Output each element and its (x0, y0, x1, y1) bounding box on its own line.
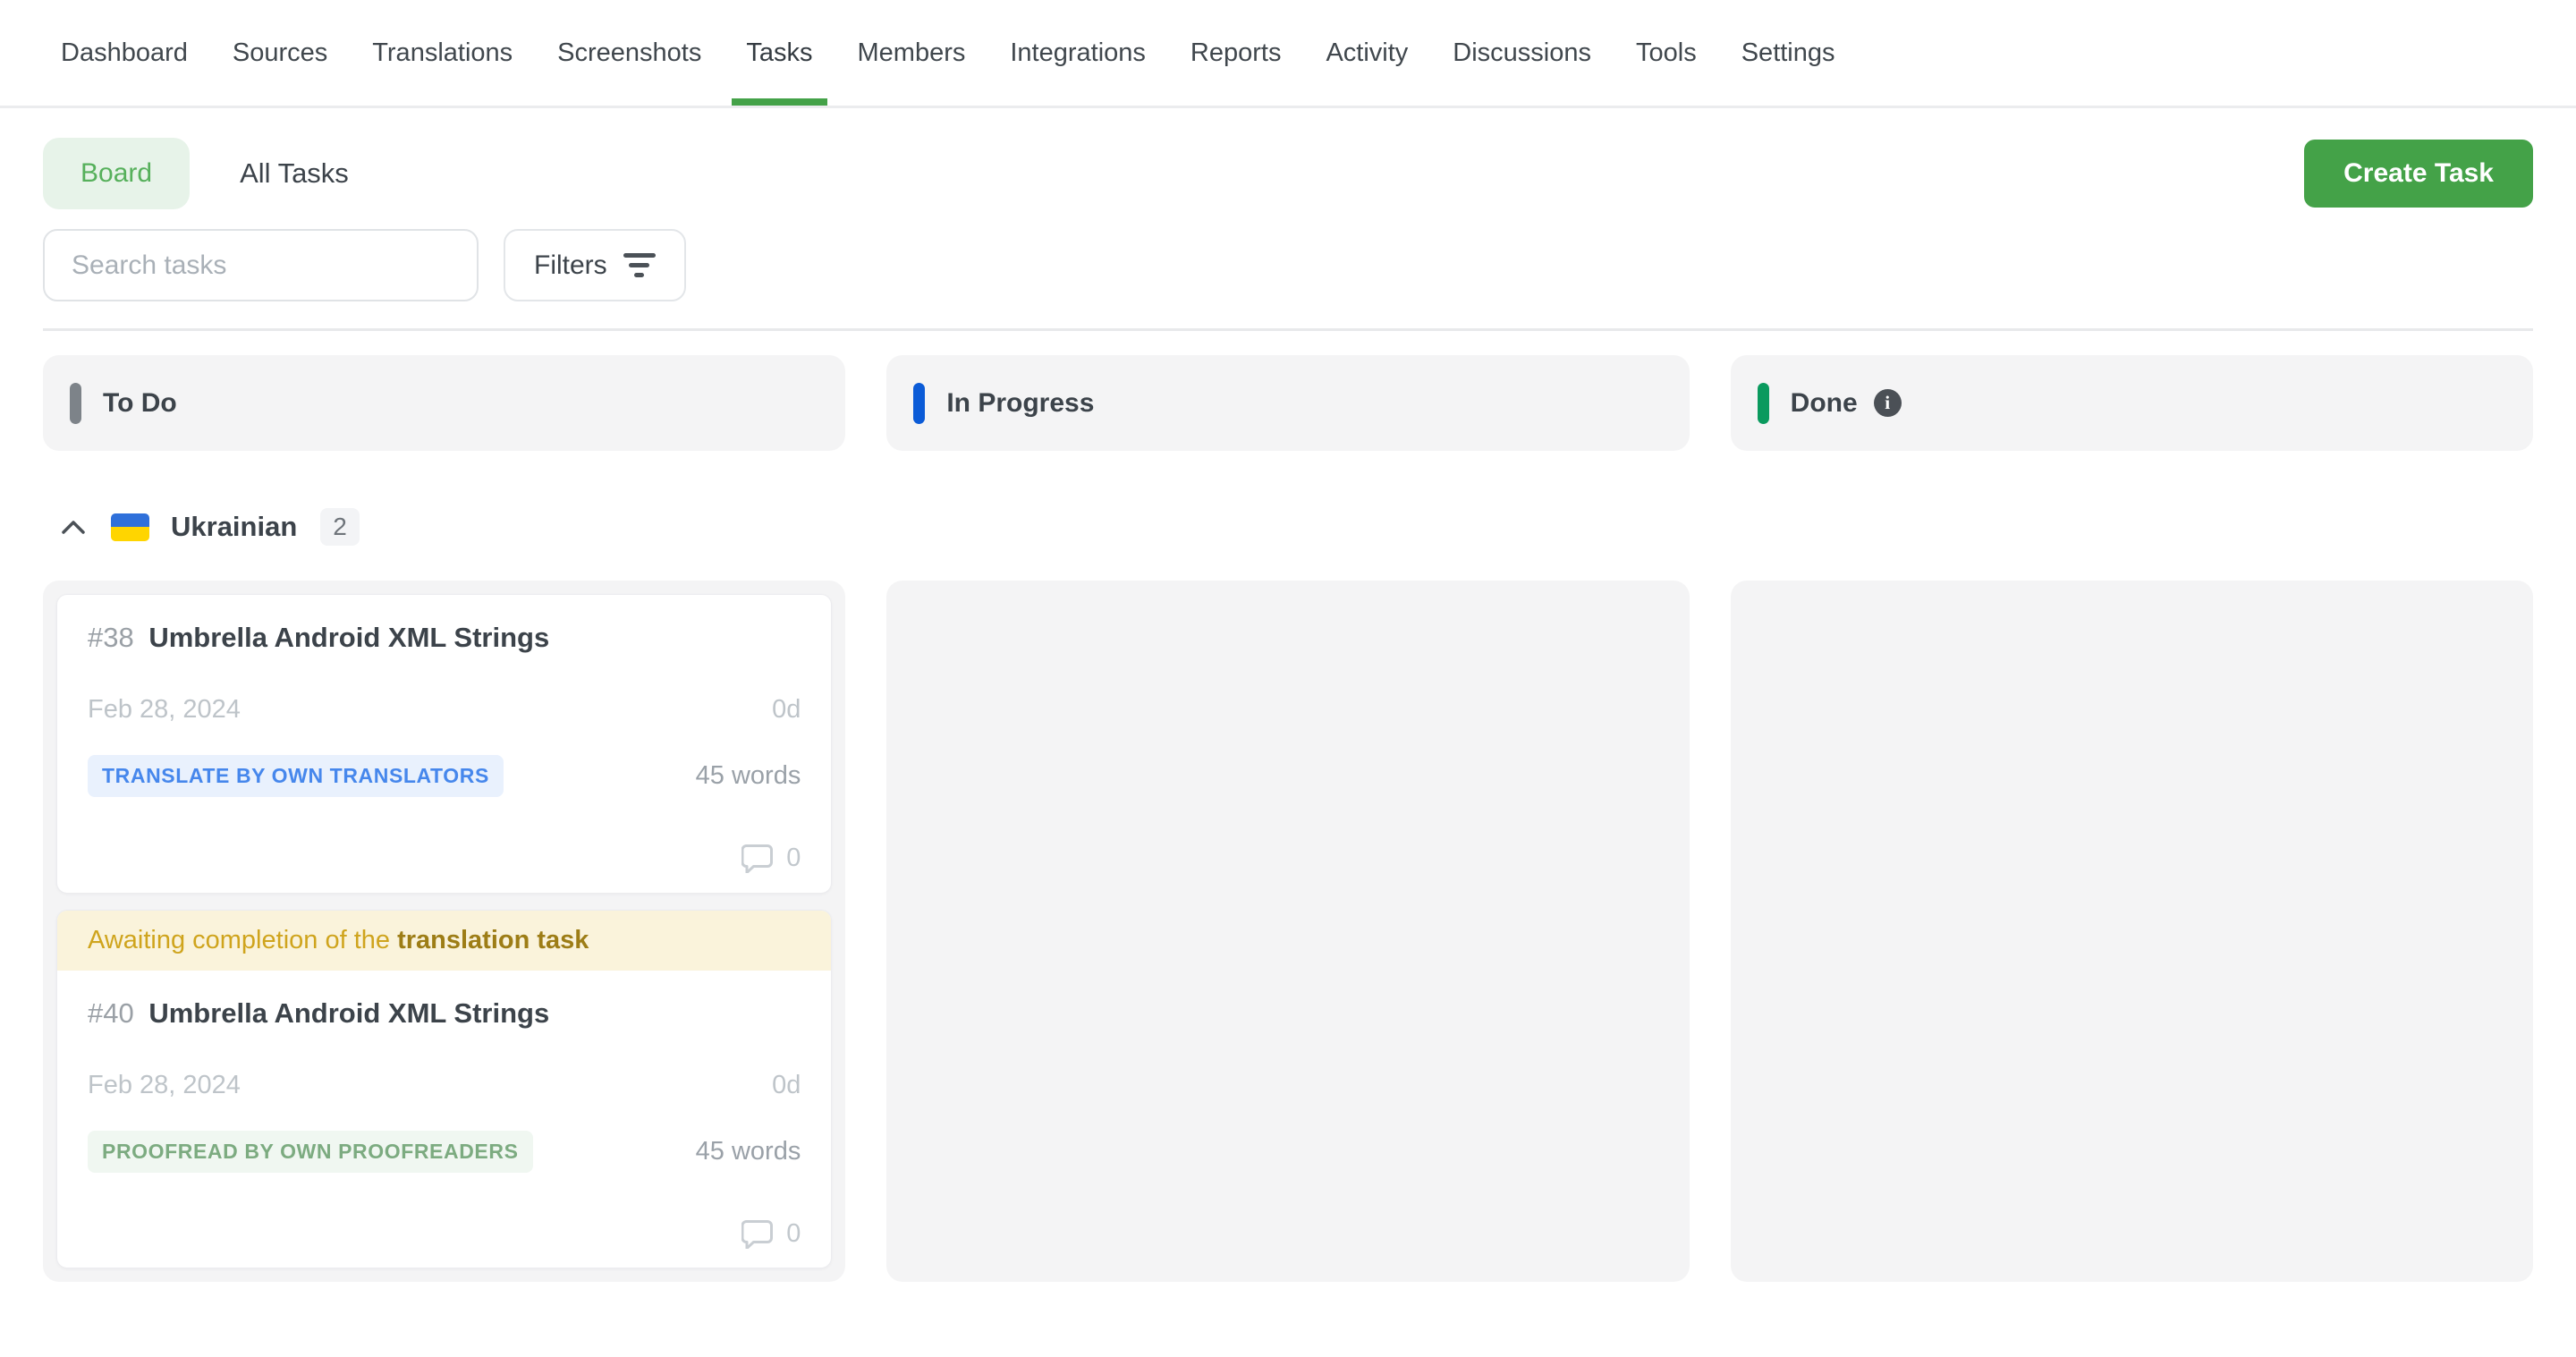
nav-item-translations[interactable]: Translations (372, 0, 513, 106)
board-column-headers: To Do In Progress Done i (43, 331, 2533, 451)
task-duration: 0d (772, 1071, 801, 1100)
nav-item-reports[interactable]: Reports (1191, 0, 1282, 106)
task-id: #38 (88, 622, 134, 653)
task-type-badge: PROOFREAD BY OWN PROOFREADERS (88, 1131, 533, 1173)
task-meta-row: Feb 28, 2024 0d (88, 1071, 801, 1100)
nav-item-tasks[interactable]: Tasks (746, 0, 812, 106)
ukraine-flag-icon (111, 513, 149, 541)
chevron-up-icon[interactable] (61, 519, 86, 535)
awaiting-banner-text: Awaiting completion of the (88, 926, 397, 954)
language-group-count-badge: 2 (320, 508, 360, 546)
nav-item-integrations[interactable]: Integrations (1010, 0, 1146, 106)
nav-item-sources[interactable]: Sources (233, 0, 327, 106)
task-badge-row: PROOFREAD BY OWN PROOFREADERS 45 words (88, 1131, 801, 1173)
column-header-done: Done i (1731, 355, 2533, 451)
task-comments-row: 0 (88, 1219, 801, 1249)
filter-icon (623, 253, 656, 277)
task-word-count: 45 words (696, 761, 801, 791)
nav-item-discussions[interactable]: Discussions (1453, 0, 1591, 106)
task-title-row: #40 Umbrella Android XML Strings (88, 997, 801, 1030)
task-meta-row: Feb 28, 2024 0d (88, 695, 801, 725)
todo-column-panel: #38 Umbrella Android XML Strings Feb 28,… (43, 581, 845, 1282)
nav-item-dashboard[interactable]: Dashboard (61, 0, 188, 106)
nav-item-screenshots[interactable]: Screenshots (557, 0, 701, 106)
column-header-todo: To Do (43, 355, 845, 451)
task-duration: 0d (772, 695, 801, 725)
awaiting-banner: Awaiting completion of the translation t… (57, 911, 831, 971)
language-group-row: Ukrainian 2 (43, 508, 2533, 546)
search-input[interactable] (43, 229, 479, 301)
column-header-in-progress: In Progress (886, 355, 1689, 451)
language-group-label: Ukrainian (171, 511, 297, 543)
column-label: In Progress (946, 388, 1094, 419)
task-card-38[interactable]: #38 Umbrella Android XML Strings Feb 28,… (56, 594, 832, 894)
all-tasks-link[interactable]: All Tasks (240, 157, 349, 190)
tasks-toolbar: Board All Tasks Create Task (43, 138, 2533, 209)
task-card-40[interactable]: Awaiting completion of the translation t… (56, 910, 832, 1268)
board-panels: #38 Umbrella Android XML Strings Feb 28,… (43, 581, 2533, 1282)
done-column-panel (1731, 581, 2533, 1282)
comment-count: 0 (786, 844, 801, 873)
column-label: Done (1791, 388, 1858, 419)
todo-status-bar (70, 383, 81, 424)
task-card-body: #38 Umbrella Android XML Strings Feb 28,… (57, 595, 831, 894)
comment-bubble-icon (741, 844, 774, 873)
task-comments-row: 0 (88, 844, 801, 873)
top-navigation: Dashboard Sources Translations Screensho… (0, 0, 2576, 108)
filters-button-label: Filters (534, 250, 607, 281)
task-title-row: #38 Umbrella Android XML Strings (88, 622, 801, 654)
comment-count: 0 (786, 1219, 801, 1249)
task-date: Feb 28, 2024 (88, 1071, 241, 1100)
task-name: Umbrella Android XML Strings (148, 997, 549, 1029)
column-label: To Do (103, 388, 177, 419)
filters-button[interactable]: Filters (504, 229, 686, 301)
nav-item-settings[interactable]: Settings (1741, 0, 1835, 106)
task-card-body: #40 Umbrella Android XML Strings Feb 28,… (57, 971, 831, 1268)
done-status-bar (1758, 383, 1769, 424)
task-type-badge: TRANSLATE BY OWN TRANSLATORS (88, 755, 504, 797)
search-filter-row: Filters (43, 229, 2533, 301)
board-view-toggle[interactable]: Board (43, 138, 190, 209)
nav-item-members[interactable]: Members (858, 0, 966, 106)
info-icon[interactable]: i (1874, 389, 1902, 417)
in-progress-status-bar (913, 383, 925, 424)
page-content: Board All Tasks Create Task Filters To D… (0, 138, 2576, 1282)
comment-bubble-icon (741, 1219, 774, 1249)
task-name: Umbrella Android XML Strings (148, 622, 549, 653)
task-date: Feb 28, 2024 (88, 695, 241, 725)
nav-item-tools[interactable]: Tools (1636, 0, 1697, 106)
nav-item-activity[interactable]: Activity (1326, 0, 1408, 106)
create-task-button[interactable]: Create Task (2304, 140, 2533, 208)
in-progress-column-panel (886, 581, 1689, 1282)
task-id: #40 (88, 997, 134, 1029)
task-badge-row: TRANSLATE BY OWN TRANSLATORS 45 words (88, 755, 801, 797)
awaiting-banner-bold: translation task (397, 926, 589, 954)
task-word-count: 45 words (696, 1137, 801, 1166)
